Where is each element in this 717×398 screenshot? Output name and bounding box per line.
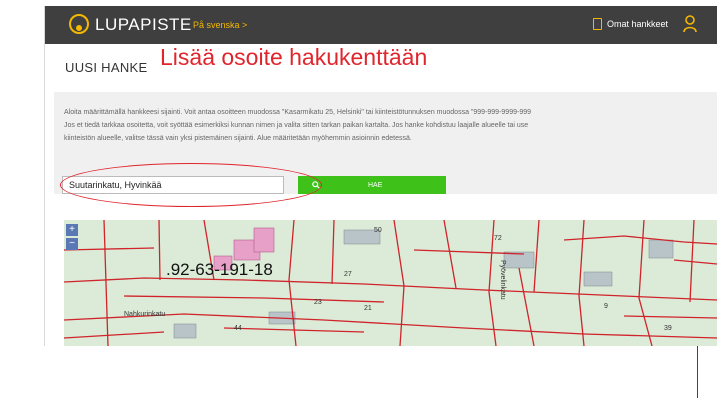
block-number-23: 23 xyxy=(314,299,322,306)
property-id-label: .92-63-191-18 xyxy=(166,260,273,279)
block-number-9: 9 xyxy=(604,303,608,310)
annotation-pointer-line xyxy=(697,346,698,398)
block-number-44: 44 xyxy=(234,325,242,332)
lupapiste-logo-icon[interactable] xyxy=(69,14,89,34)
block-number-21: 21 xyxy=(364,305,372,312)
logo-text[interactable]: LUPAPISTE xyxy=(95,15,192,35)
user-icon[interactable] xyxy=(683,15,697,33)
map-parcels: Nahkurinkatu Pyövelinkatu 50 72 44 23 27… xyxy=(64,220,717,346)
instruction-annotation: Lisää osoite hakukenttään xyxy=(160,44,428,70)
instruction-text: Aloita määrittämällä hankkeesi sijainti.… xyxy=(64,106,717,145)
instruction-line-1: Aloita määrittämällä hankkeesi sijainti.… xyxy=(64,109,531,116)
instruction-line-2: Jos et tiedä tarkkaa osoitetta, voit syö… xyxy=(64,122,529,129)
zoom-controls: + − xyxy=(66,224,78,250)
map-view[interactable]: Nahkurinkatu Pyövelinkatu 50 72 44 23 27… xyxy=(64,220,717,346)
street-label-nahkurinkatu: Nahkurinkatu xyxy=(124,311,165,318)
zoom-out-button[interactable]: − xyxy=(66,238,78,250)
block-number-50: 50 xyxy=(374,227,382,234)
language-switch-link[interactable]: På svenska > xyxy=(193,20,247,30)
search-button-label: HAE xyxy=(368,181,383,189)
annotation-highlight-ellipse xyxy=(60,163,322,207)
instruction-line-3: kiinteistön alueelle, valitse tässä vain… xyxy=(64,135,412,142)
block-number-27: 27 xyxy=(344,271,352,278)
own-projects-link[interactable]: Omat hankkeet xyxy=(593,18,668,30)
block-number-39: 39 xyxy=(664,325,672,332)
page-title: UUSI HANKE xyxy=(65,60,148,75)
document-icon xyxy=(593,18,602,30)
zoom-in-button[interactable]: + xyxy=(66,224,78,236)
street-label-pyovelinkatu: Pyövelinkatu xyxy=(499,260,506,300)
block-number-72: 72 xyxy=(494,235,502,242)
own-projects-label: Omat hankkeet xyxy=(607,19,669,29)
top-navigation-bar: LUPAPISTE På svenska > Omat hankkeet xyxy=(45,6,717,44)
